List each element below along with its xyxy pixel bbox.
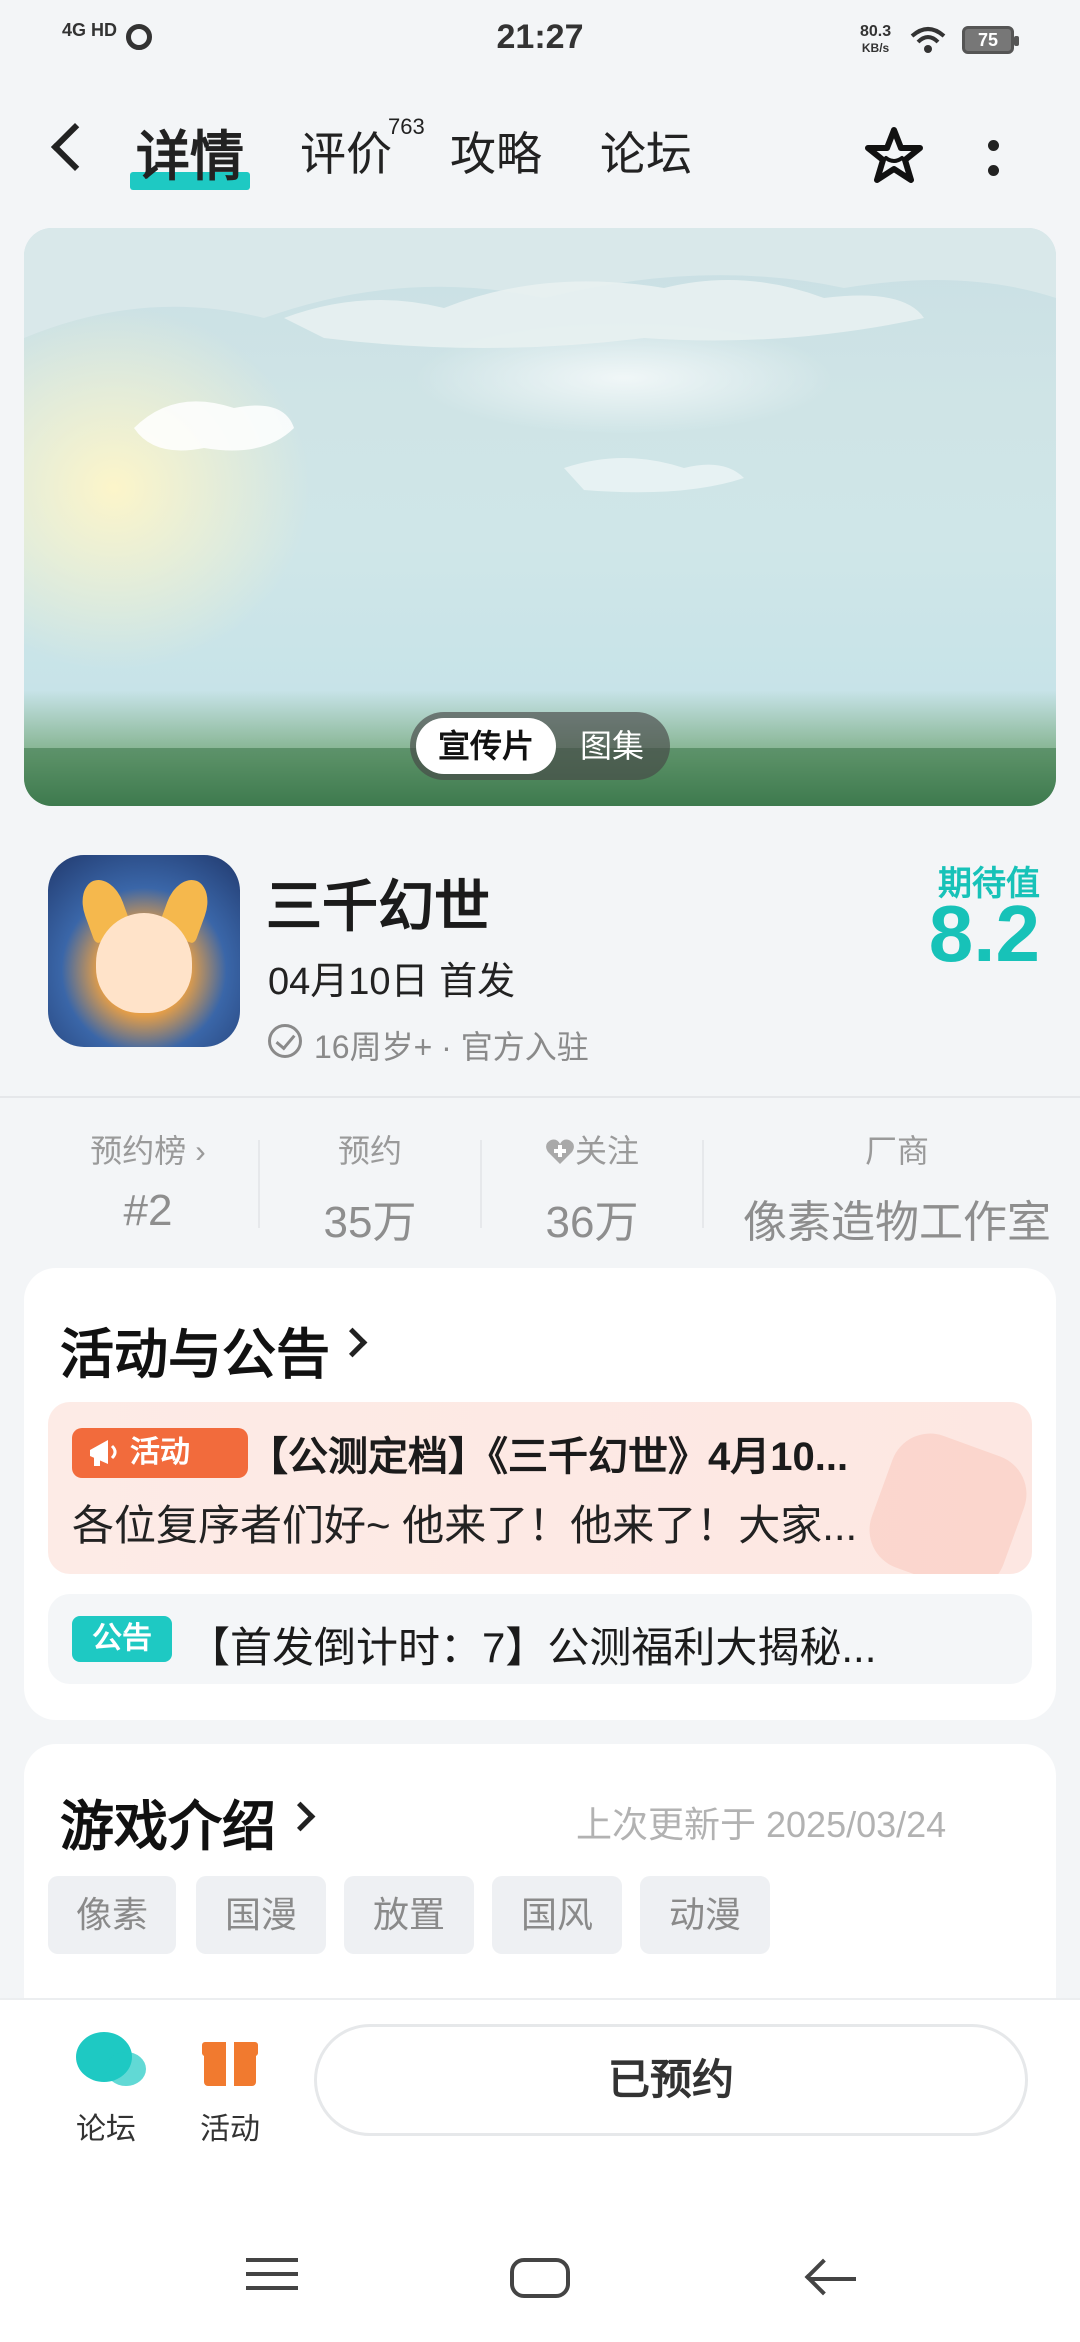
speed-value: 80.3 <box>860 23 892 40</box>
back-arrow-icon[interactable] <box>50 122 100 172</box>
game-title: 三千幻世 <box>266 875 490 938</box>
stat-reservation-rank[interactable]: 预约榜 › #2 <box>48 1126 248 1236</box>
tab-guides[interactable]: 攻略 <box>450 118 542 184</box>
segment-gallery[interactable]: 图集 <box>562 718 662 774</box>
battery-icon: 75 <box>962 26 1019 54</box>
stat-label: 预约榜 › <box>90 1133 206 1169</box>
stat-separator <box>258 1140 260 1228</box>
tag-idle[interactable]: 放置 <box>344 1876 474 1954</box>
game-app-icon <box>48 855 240 1047</box>
tab-reviews[interactable]: 评价 <box>300 118 392 184</box>
wifi-icon <box>910 27 946 53</box>
notice-title: 【首发倒计时：7】公测福利大揭秘... <box>188 1624 877 1671</box>
megaphone-icon <box>90 1440 117 1466</box>
tag-pixel[interactable]: 像素 <box>48 1876 176 1954</box>
stat-value: 35万 <box>323 1198 417 1247</box>
tag-chinese-style[interactable]: 国风 <box>492 1876 622 1954</box>
stat-developer[interactable]: 厂商 像素造物工作室 <box>714 1126 1080 1250</box>
notice-badge: 公告 <box>72 1616 172 1662</box>
more-options-icon[interactable] <box>988 140 1000 180</box>
system-menu-icon[interactable] <box>246 2258 298 2300</box>
stat-label: 厂商 <box>864 1133 929 1169</box>
verified-check-icon <box>268 1024 302 1058</box>
age-rating-meta: 16周岁+ · 官方入驻 <box>314 1029 589 1065</box>
activity-item[interactable]: 活动 【公测定档】《三千幻世》4月10... 各位复序者们好~ 他来了！他来了！… <box>48 1402 1032 1574</box>
announcements-title[interactable]: 活动与公告 <box>60 1310 330 1389</box>
divider <box>0 1096 1080 1098</box>
media-segment-control: 宣传片 图集 <box>410 712 670 780</box>
status-bar: 4G HD 21:27 80.3 KB/s 75 <box>0 0 1080 80</box>
game-intro-title[interactable]: 游戏介绍 <box>60 1782 276 1861</box>
heart-plus-icon <box>546 1139 574 1164</box>
forum-label[interactable]: 论坛 <box>56 2104 156 2148</box>
system-home-icon[interactable] <box>510 2258 570 2298</box>
stat-followers[interactable]: 关注 36万 <box>492 1126 692 1250</box>
stat-label: 预约 <box>337 1133 402 1169</box>
activity-title: 【公测定档】《三千幻世》4月10... <box>248 1435 849 1479</box>
stat-value: #2 <box>123 1186 173 1235</box>
stat-separator <box>480 1140 482 1228</box>
reserved-button[interactable]: 已预约 <box>314 2024 1028 2136</box>
stat-value: 36万 <box>545 1198 639 1247</box>
tag-anime[interactable]: 动漫 <box>640 1876 770 1954</box>
tab-details[interactable]: 详情 <box>136 112 244 191</box>
review-count: 763 <box>388 114 425 139</box>
activity-label[interactable]: 活动 <box>180 2104 280 2148</box>
last-updated: 上次更新于 2025/03/24 <box>576 1804 947 1845</box>
expectation-score: 8.2 <box>928 889 1040 978</box>
network-speed: 80.3 KB/s <box>860 24 891 56</box>
activity-badge-label: 活动 <box>130 1436 190 1469</box>
speed-unit: KB/s <box>861 41 890 55</box>
tag-guoman[interactable]: 国漫 <box>196 1876 326 1954</box>
star-favorite-icon[interactable] <box>862 124 926 188</box>
forum-chat-icon[interactable] <box>76 2032 146 2086</box>
activity-badge: 活动 <box>72 1428 248 1478</box>
stat-separator <box>702 1140 704 1228</box>
tab-forum[interactable]: 论坛 <box>600 118 692 184</box>
stat-reservations: 预约 35万 <box>270 1126 470 1250</box>
stat-label: 关注 <box>574 1133 639 1169</box>
segment-promo-video[interactable]: 宣传片 <box>416 718 556 774</box>
release-date: 04月10日 首发 <box>268 961 516 1003</box>
notice-item[interactable]: 公告 【首发倒计时：7】公测福利大揭秘... <box>48 1594 1032 1684</box>
developer-name: 像素造物工作室 <box>743 1198 1051 1247</box>
system-back-icon[interactable] <box>806 2262 858 2292</box>
gift-icon[interactable] <box>202 2030 258 2086</box>
activity-description: 各位复序者们好~ 他来了！他来了！大家... <box>72 1502 858 1549</box>
